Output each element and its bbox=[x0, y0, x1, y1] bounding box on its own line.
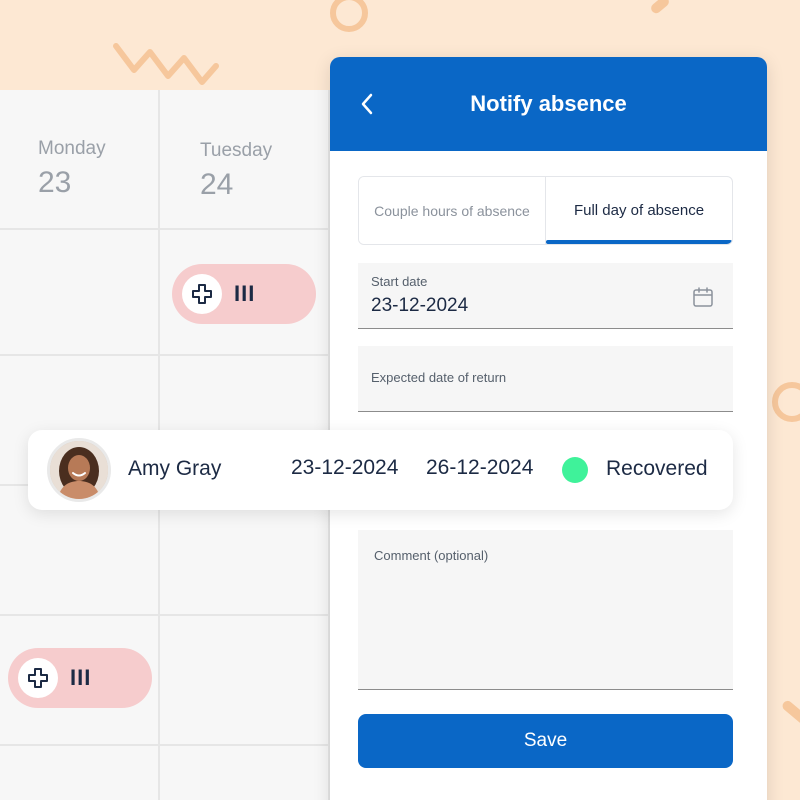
avatar bbox=[47, 438, 111, 502]
status-label: Recovered bbox=[606, 457, 708, 480]
day-number: 24 bbox=[200, 168, 234, 201]
absence-start-date: 23-12-2024 bbox=[291, 456, 399, 479]
save-button[interactable]: Save bbox=[358, 714, 733, 768]
event-duration-bars: III bbox=[70, 665, 92, 690]
decorative-dash bbox=[649, 0, 671, 16]
calendar-row-divider bbox=[0, 354, 360, 356]
medical-cross-icon bbox=[18, 658, 58, 698]
day-header-tuesday: Tuesday 24 bbox=[200, 140, 272, 202]
calendar-row-divider bbox=[0, 228, 360, 230]
decorative-dash-right bbox=[780, 698, 800, 728]
status-indicator-icon bbox=[562, 457, 588, 483]
day-name: Monday bbox=[38, 138, 106, 159]
expected-return-field[interactable]: Expected date of return bbox=[358, 346, 733, 412]
decorative-ring-right bbox=[772, 382, 800, 422]
panel-header: Notify absence bbox=[330, 57, 767, 151]
start-date-label: Start date bbox=[371, 274, 428, 289]
employee-name: Amy Gray bbox=[128, 457, 222, 480]
absence-type-tabs: Couple hours of absence Full day of abse… bbox=[358, 176, 733, 245]
tab-full-day[interactable]: Full day of absence bbox=[546, 177, 732, 244]
back-button[interactable] bbox=[352, 87, 382, 121]
day-name: Tuesday bbox=[200, 140, 273, 161]
calendar-row-divider bbox=[0, 614, 360, 616]
day-number: 23 bbox=[38, 166, 72, 199]
panel-title: Notify absence bbox=[470, 91, 627, 116]
calendar-icon[interactable] bbox=[691, 285, 715, 309]
chevron-left-icon bbox=[361, 93, 373, 115]
event-duration-bars: III bbox=[234, 281, 256, 306]
notify-absence-panel: Notify absence Couple hours of absence F… bbox=[330, 57, 767, 800]
calendar-row-divider bbox=[0, 744, 360, 746]
tab-couple-hours[interactable]: Couple hours of absence bbox=[359, 177, 546, 244]
start-date-field[interactable]: Start date 23-12-2024 bbox=[358, 263, 733, 329]
comment-field[interactable]: Comment (optional) bbox=[358, 530, 733, 690]
absence-record-row[interactable]: Amy Gray 23-12-2024 26-12-2024 Recovered bbox=[28, 430, 733, 510]
decorative-zigzag bbox=[113, 43, 219, 85]
medical-cross-icon bbox=[182, 274, 222, 314]
sick-leave-event[interactable]: III bbox=[172, 264, 316, 324]
comment-label: Comment (optional) bbox=[374, 548, 489, 563]
absence-end-date: 26-12-2024 bbox=[426, 456, 534, 479]
start-date-value: 23-12-2024 bbox=[371, 295, 469, 316]
decorative-ring bbox=[330, 0, 368, 32]
expected-return-label: Expected date of return bbox=[371, 370, 507, 385]
sick-leave-event[interactable]: III bbox=[8, 648, 152, 708]
day-header-monday: Monday 23 bbox=[38, 138, 106, 200]
